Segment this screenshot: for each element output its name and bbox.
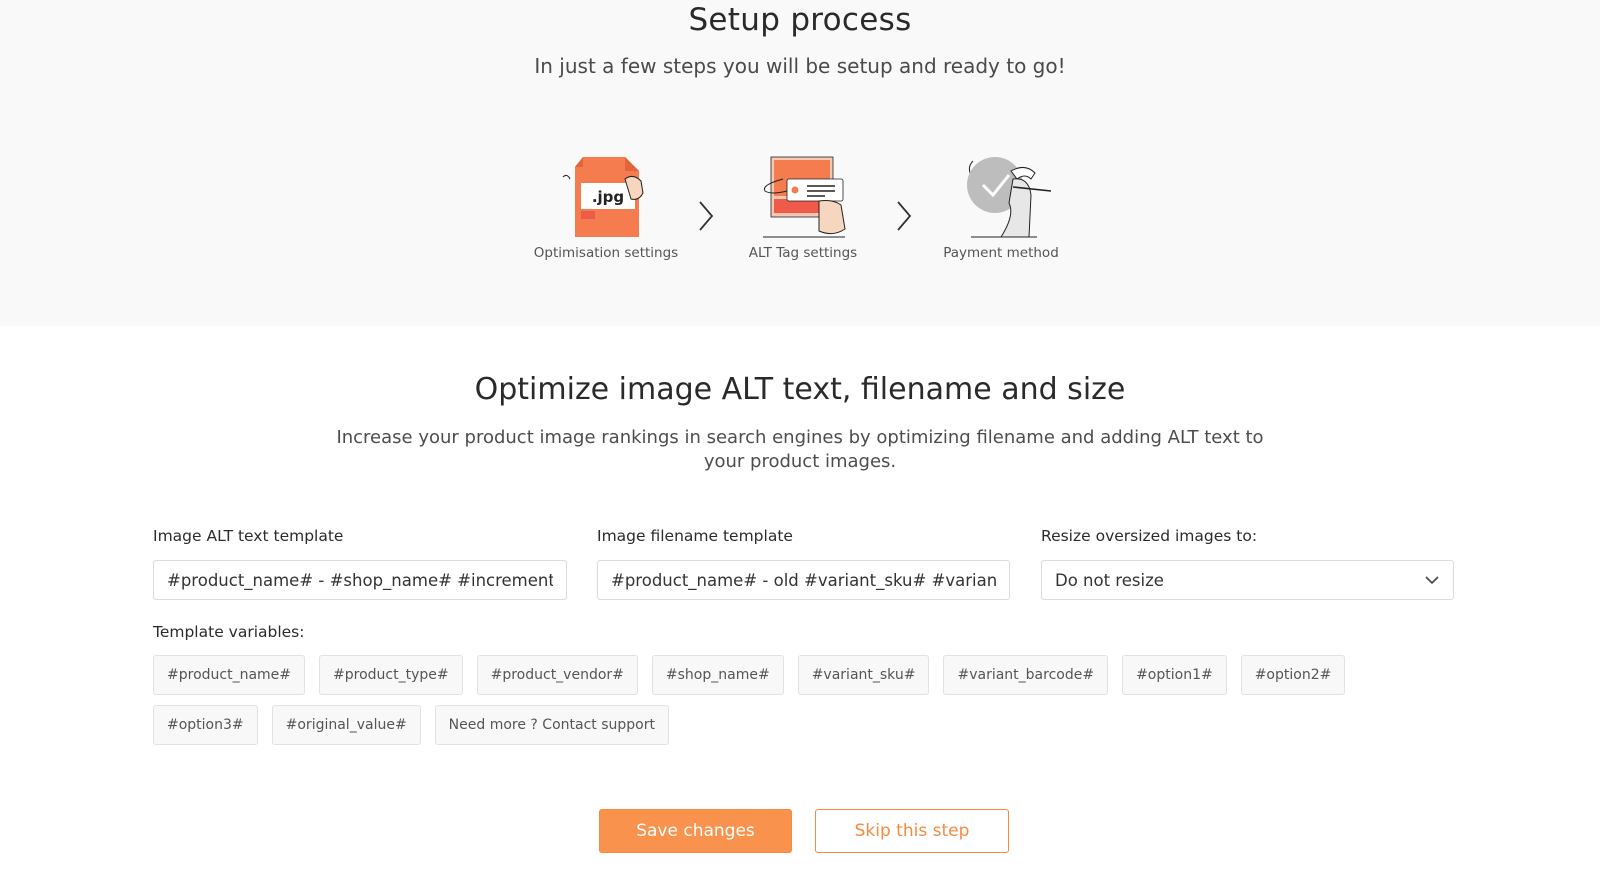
checkmark-hand-icon [967, 157, 1051, 238]
variable-chip[interactable]: #product_name# [153, 655, 306, 695]
template-variables-label: Template variables: [153, 623, 305, 641]
step-payment[interactable]: Payment method [906, 155, 1096, 261]
page-title: Setup process [688, 2, 912, 38]
filename-template-input[interactable] [597, 560, 1010, 600]
alt-template-input[interactable] [153, 560, 567, 600]
skip-step-button[interactable]: Skip this step [815, 809, 1009, 853]
step-label: Optimisation settings [533, 245, 679, 261]
variable-chip[interactable]: #option1# [1122, 655, 1227, 695]
variable-chip[interactable]: #option2# [1240, 655, 1346, 695]
variable-chip[interactable]: #product_type# [319, 655, 463, 695]
jpg-file-icon: .jpg [562, 157, 644, 237]
contact-support-chip[interactable]: Need more ? Contact support [434, 705, 669, 745]
step-optimisation[interactable]: .jpg Optimisation settings [511, 155, 701, 261]
variable-chip[interactable]: #variant_barcode# [943, 655, 1109, 695]
section-heading: Optimize image ALT text, filename and si… [474, 372, 1126, 407]
filename-template-label: Image filename template [597, 527, 793, 545]
save-changes-button[interactable]: Save changes [599, 809, 792, 853]
variable-chip[interactable]: #original_value# [271, 705, 421, 745]
alt-template-label: Image ALT text template [153, 527, 344, 545]
variable-chip[interactable]: #shop_name# [651, 655, 784, 695]
tag-card-icon [763, 156, 846, 238]
variable-chip[interactable]: #product_vendor# [476, 655, 638, 695]
svg-text:.jpg: .jpg [592, 188, 624, 206]
resize-label: Resize oversized images to: [1041, 527, 1258, 545]
chevron-down-icon [1425, 576, 1439, 585]
step-label: Payment method [943, 245, 1059, 261]
variable-chip[interactable]: #variant_sku# [797, 655, 930, 695]
setup-header: Setup process In just a few steps you wi… [0, 0, 1600, 326]
page-subtitle: In just a few steps you will be setup an… [534, 54, 1066, 78]
resize-select-value: Do not resize [1055, 570, 1164, 590]
template-variable-chips: #product_name# #product_type# #product_v… [153, 655, 1433, 745]
resize-select[interactable]: Do not resize [1041, 560, 1454, 600]
variable-chip[interactable]: #option3# [153, 705, 258, 745]
step-alt-tag[interactable]: ALT Tag settings [708, 155, 898, 261]
step-label: ALT Tag settings [748, 245, 858, 261]
section-description: Increase your product image rankings in … [336, 427, 1264, 472]
